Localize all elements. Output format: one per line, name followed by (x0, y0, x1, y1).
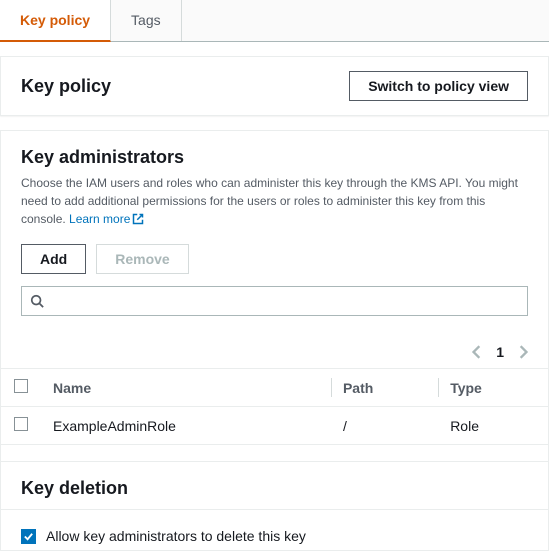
cell-type: Role (438, 407, 548, 445)
prev-page-icon[interactable] (472, 345, 482, 359)
row-checkbox[interactable] (14, 417, 28, 431)
column-header-type[interactable]: Type (438, 369, 548, 407)
switch-to-policy-view-button[interactable]: Switch to policy view (349, 71, 528, 101)
search-field[interactable] (21, 286, 528, 316)
page-number: 1 (496, 344, 504, 360)
administrators-table: Name Path Type ExampleAdminRole / Role (1, 368, 548, 445)
tab-key-policy[interactable]: Key policy (0, 0, 111, 42)
key-administrators-panel: Key administrators Choose the IAM users … (0, 130, 549, 551)
cell-path: / (331, 407, 438, 445)
key-administrators-title: Key administrators (21, 147, 528, 168)
select-all-checkbox[interactable] (14, 379, 28, 393)
tab-tags[interactable]: Tags (111, 0, 182, 41)
key-deletion-title: Key deletion (1, 462, 548, 510)
allow-delete-checkbox[interactable] (21, 529, 36, 544)
cell-name: ExampleAdminRole (41, 407, 331, 445)
key-administrators-description: Choose the IAM users and roles who can a… (21, 174, 528, 230)
allow-delete-label: Allow key administrators to delete this … (46, 528, 306, 544)
key-deletion-section: Key deletion Allow key administrators to… (1, 461, 548, 550)
key-policy-panel: Key policy Switch to policy view (0, 56, 549, 116)
search-input[interactable] (50, 293, 519, 309)
column-header-name[interactable]: Name (41, 369, 331, 407)
external-link-icon (132, 212, 144, 230)
learn-more-link[interactable]: Learn more (69, 212, 144, 226)
search-icon (30, 294, 44, 308)
pagination: 1 (1, 332, 548, 368)
tabs: Key policy Tags (0, 0, 549, 42)
column-header-path[interactable]: Path (331, 369, 438, 407)
page-title: Key policy (21, 76, 111, 97)
table-row[interactable]: ExampleAdminRole / Role (1, 407, 548, 445)
next-page-icon[interactable] (518, 345, 528, 359)
add-button[interactable]: Add (21, 244, 86, 274)
remove-button[interactable]: Remove (96, 244, 188, 274)
